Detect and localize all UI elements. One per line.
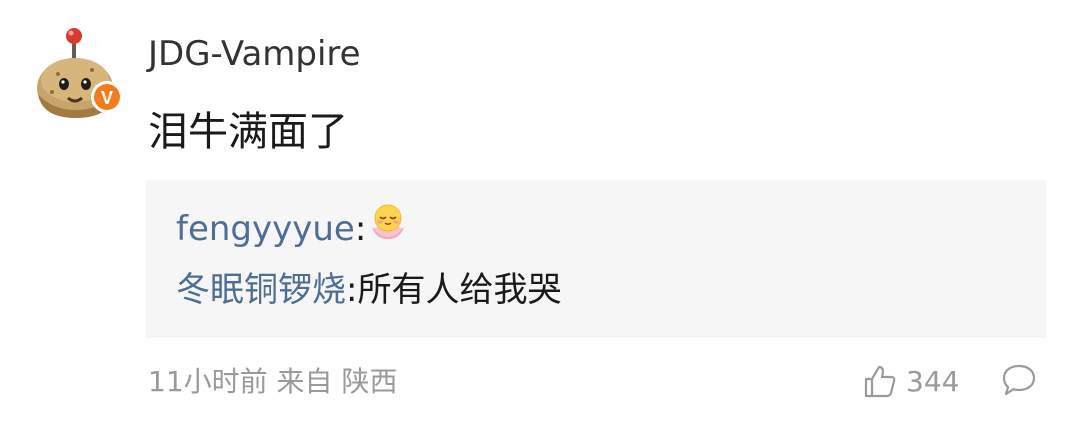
thumbs-up-icon — [864, 365, 896, 398]
reply-username[interactable]: fengyyyue — [176, 209, 355, 249]
reply-preview-box[interactable]: fengyyyue: 冬眠铜锣烧:所有人给我哭 — [146, 180, 1046, 338]
verified-badge-label: V — [101, 88, 113, 108]
reply-item: 冬眠铜锣烧:所有人给我哭 — [176, 267, 561, 313]
reply-item: fengyyyue: — [176, 204, 408, 253]
reply-separator: : — [354, 209, 367, 249]
comment-text: 泪牛满面了 — [148, 109, 348, 155]
verified-badge-icon: V — [91, 81, 123, 113]
comment-bubble-icon — [1002, 364, 1036, 396]
comment-location: 来自 陕西 — [276, 365, 398, 398]
reply-button[interactable] — [1000, 362, 1038, 402]
comment-meta: 11小时前 来自 陕西 — [148, 362, 397, 402]
reply-text: 所有人给我哭 — [357, 270, 562, 310]
like-button[interactable]: 344 — [862, 360, 959, 404]
comment-username[interactable]: JDG-Vampire — [148, 32, 361, 76]
user-avatar[interactable]: V — [30, 14, 130, 124]
reply-separator: : — [346, 270, 358, 310]
like-count: 344 — [906, 365, 960, 398]
comment-timestamp: 11小时前 — [148, 365, 268, 398]
smiling-lotus-emoji-icon — [368, 201, 408, 253]
reply-username[interactable]: 冬眠铜锣烧 — [176, 270, 346, 310]
